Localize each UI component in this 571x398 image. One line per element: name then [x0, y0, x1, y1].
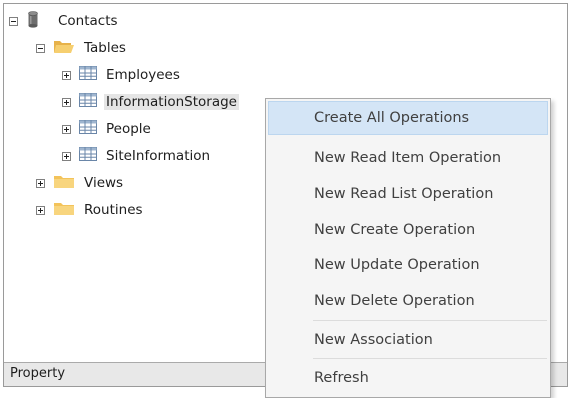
menu-item-create-all-operations[interactable]: Create All Operations	[268, 101, 548, 135]
tree-node-label: Employees	[106, 67, 180, 83]
tree-node-label: Views	[84, 175, 124, 191]
menu-item-new-create-operation[interactable]: New Create Operation	[268, 213, 548, 247]
database-icon	[28, 10, 38, 32]
menu-item-new-read-item-operation[interactable]: New Read Item Operation	[268, 141, 548, 175]
menu-item-new-update-operation[interactable]: New Update Operation	[268, 248, 548, 282]
expand-toggle-icon[interactable]	[62, 124, 71, 134]
menu-separator	[313, 320, 547, 321]
table-icon	[79, 147, 97, 165]
table-icon	[79, 120, 97, 138]
collapse-toggle-icon[interactable]	[36, 43, 45, 53]
folder-icon	[53, 174, 75, 193]
table-icon	[79, 66, 97, 84]
tree-node-label: People	[106, 121, 151, 137]
tree-node-table-people[interactable]: People	[62, 118, 151, 140]
tree-node-label: Routines	[84, 202, 143, 218]
table-icon	[79, 93, 97, 111]
tree-node-tables[interactable]: Tables	[36, 37, 126, 59]
expand-toggle-icon[interactable]	[62, 97, 71, 107]
menu-item-new-association[interactable]: New Association	[268, 323, 548, 357]
tree-node-table-siteinformation[interactable]: SiteInformation	[62, 145, 210, 167]
folder-open-icon	[53, 39, 75, 58]
tree-node-label: SiteInformation	[106, 148, 211, 164]
tree-node-views[interactable]: Views	[36, 172, 123, 194]
menu-item-new-read-list-operation[interactable]: New Read List Operation	[268, 177, 548, 211]
expand-toggle-icon[interactable]	[36, 178, 45, 188]
property-label: Property	[10, 366, 66, 381]
tree-node-label: Tables	[84, 40, 126, 56]
expand-toggle-icon[interactable]	[36, 205, 45, 215]
tree-node-label: Contacts	[58, 13, 118, 29]
expand-toggle-icon[interactable]	[62, 151, 71, 161]
menu-item-new-delete-operation[interactable]: New Delete Operation	[268, 284, 548, 318]
tree-node-contacts[interactable]: Contacts	[9, 10, 118, 32]
collapse-toggle-icon[interactable]	[9, 16, 18, 26]
expand-toggle-icon[interactable]	[62, 70, 71, 80]
tree-node-table-informationstorage[interactable]: InformationStorage	[62, 91, 239, 113]
tree-node-label: InformationStorage	[104, 94, 239, 110]
folder-icon	[53, 201, 75, 220]
tree-node-routines[interactable]: Routines	[36, 199, 143, 221]
context-menu: Create All Operations New Read Item Oper…	[265, 98, 551, 398]
menu-separator	[313, 358, 547, 359]
tree-node-table-employees[interactable]: Employees	[62, 64, 180, 86]
